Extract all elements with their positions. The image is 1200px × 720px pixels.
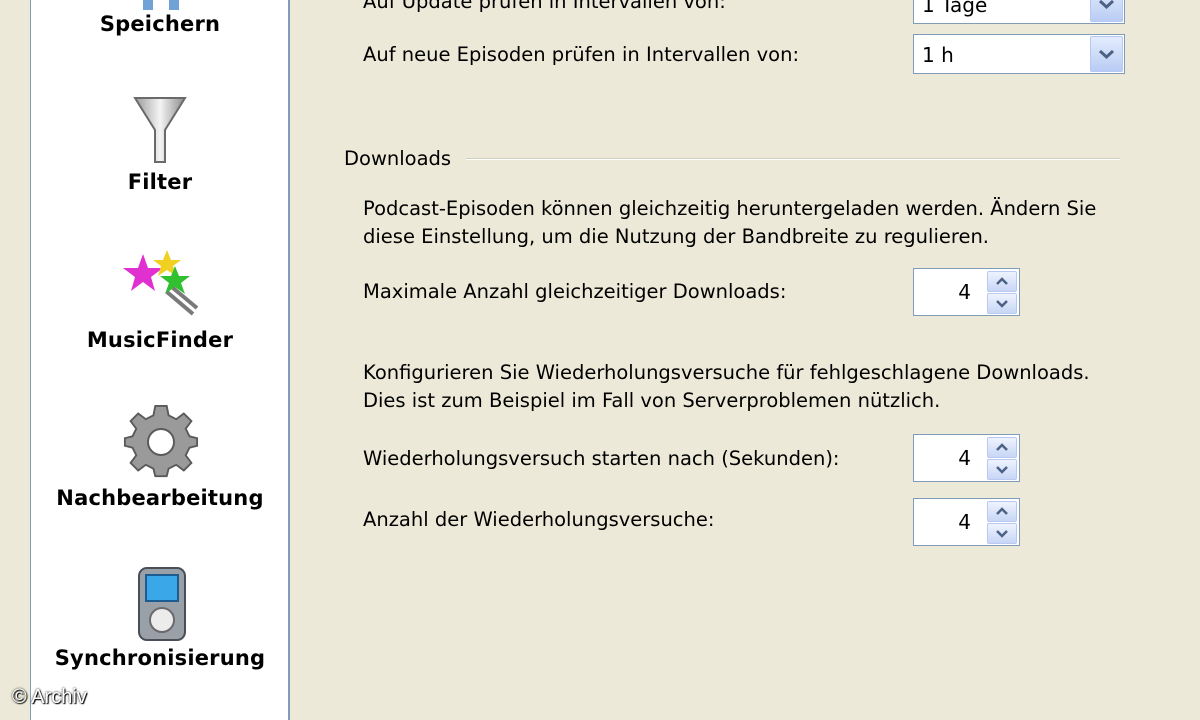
chevron-down-icon <box>1098 49 1115 60</box>
chevron-up-icon <box>996 277 1008 285</box>
sidebar-item-synchronisierung[interactable]: Synchronisierung <box>31 564 289 680</box>
stepper-up-button[interactable] <box>987 437 1017 458</box>
chevron-down-icon <box>996 466 1008 474</box>
chevron-down-icon <box>1098 0 1115 10</box>
check-episodes-select[interactable]: 1 h <box>913 34 1125 74</box>
dropdown-button[interactable] <box>1090 0 1123 22</box>
stepper-up-button[interactable] <box>987 501 1017 522</box>
check-update-label: Auf Update prüfen in Intervallen von: <box>363 0 726 13</box>
save-icon <box>143 0 179 10</box>
check-episodes-value: 1 h <box>922 43 954 67</box>
music-player-icon <box>138 567 186 641</box>
stepper-down-button[interactable] <box>987 459 1017 480</box>
sidebar-item-label: MusicFinder <box>86 328 234 352</box>
retry-description-line2: Dies ist zum Beispiel im Fall von Server… <box>363 389 941 412</box>
chevron-up-icon <box>996 507 1008 515</box>
sidebar-item-label: Speichern <box>99 12 221 36</box>
sidebar-panel: Speichern Filter MusicFinder Nachbearbei… <box>30 0 290 720</box>
dropdown-button[interactable] <box>1090 36 1123 72</box>
max-downloads-stepper[interactable]: 4 <box>913 268 1020 316</box>
retry-delay-label: Wiederholungsversuch starten nach (Sekun… <box>363 447 840 470</box>
gear-icon <box>123 404 199 478</box>
stepper-up-button[interactable] <box>987 271 1017 292</box>
sidebar: Speichern Filter MusicFinder Nachbearbei… <box>0 0 318 720</box>
sidebar-item-speichern[interactable]: Speichern <box>31 0 289 60</box>
sidebar-item-label: Filter <box>127 170 193 194</box>
retry-count-label: Anzahl der Wiederholungsversuche: <box>363 508 715 531</box>
stepper-down-button[interactable] <box>987 523 1017 544</box>
chevron-down-icon <box>996 530 1008 538</box>
downloads-description-line1: Podcast-Episoden können gleichzeitig her… <box>363 197 1097 220</box>
retry-count-value: 4 <box>958 510 971 534</box>
max-downloads-label: Maximale Anzahl gleichzeitiger Downloads… <box>363 280 787 303</box>
copyright-watermark: © Archiv <box>12 686 87 708</box>
retry-description-line1: Konfigurieren Sie Wiederholungsversuche … <box>363 361 1090 384</box>
sidebar-item-label: Nachbearbeitung <box>56 486 264 510</box>
sidebar-item-filter[interactable]: Filter <box>31 92 289 202</box>
retry-delay-stepper[interactable]: 4 <box>913 434 1020 482</box>
sidebar-item-nachbearbeitung[interactable]: Nachbearbeitung <box>31 404 289 520</box>
sidebar-item-musicfinder[interactable]: MusicFinder <box>31 248 289 360</box>
downloads-description-line2: diese Einstellung, um die Nutzung der Ba… <box>363 225 990 248</box>
sidebar-item-label: Synchronisierung <box>54 646 266 670</box>
downloads-group-title: Downloads <box>344 147 452 170</box>
stepper-down-button[interactable] <box>987 293 1017 314</box>
stars-icon <box>123 250 199 316</box>
chevron-up-icon <box>996 443 1008 451</box>
max-downloads-value: 4 <box>958 280 971 304</box>
retry-count-stepper[interactable]: 4 <box>913 498 1020 546</box>
check-episodes-label: Auf neue Episoden prüfen in Intervallen … <box>363 43 800 66</box>
chevron-down-icon <box>996 300 1008 308</box>
group-divider <box>466 158 1120 160</box>
check-update-select[interactable]: 1 Tage <box>913 0 1125 24</box>
funnel-icon <box>133 97 187 163</box>
check-update-value: 1 Tage <box>922 0 988 17</box>
retry-delay-value: 4 <box>958 446 971 470</box>
